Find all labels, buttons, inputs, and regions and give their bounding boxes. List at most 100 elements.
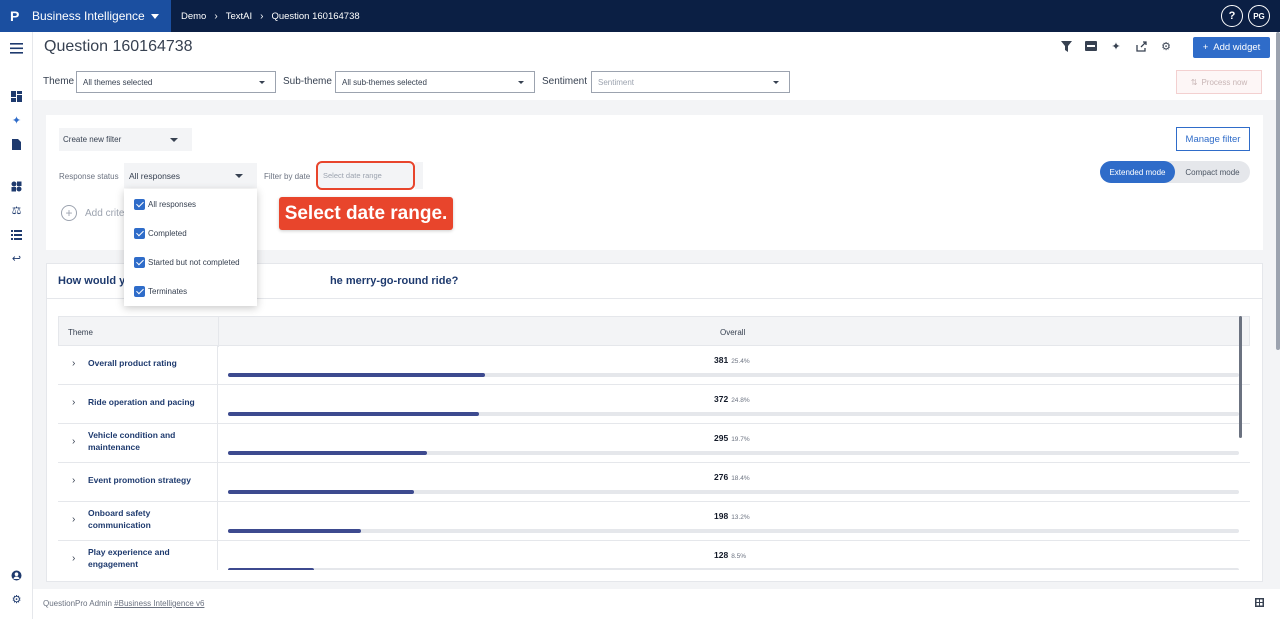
compact-mode-button[interactable]: Compact mode (1175, 161, 1250, 183)
list-icon[interactable] (10, 228, 23, 241)
option-label: Started but not completed (148, 258, 240, 267)
caret-down-icon (235, 174, 243, 178)
page-scrollbar[interactable] (1276, 32, 1280, 350)
row-percent: 18.4% (731, 475, 750, 482)
subtheme-label: Sub-theme (283, 76, 332, 87)
undo-icon[interactable]: ↩ (10, 252, 23, 265)
column-header-overall: Overall (720, 328, 746, 337)
progress-track (228, 490, 1239, 494)
footer-link[interactable]: #Business Intelligence v6 (114, 599, 204, 608)
row-value: 372 24.8% (714, 394, 750, 404)
share-icon[interactable] (1135, 40, 1147, 52)
option-started-not-completed[interactable]: Started but not completed (134, 257, 240, 268)
add-widget-button[interactable]: + Add widget (1193, 37, 1270, 58)
row-label: Vehicle condition and maintenance (88, 430, 176, 452)
row-label: Play experience and engagement (88, 547, 170, 569)
hamburger-menu-icon[interactable] (10, 42, 23, 55)
sentiment-select[interactable]: Sentiment (591, 71, 790, 93)
theme-widget: How would yo he merry-go-round ride? Them… (46, 263, 1263, 582)
checkbox-checked-icon[interactable] (134, 286, 145, 297)
process-now-button[interactable]: ⇅ Process now (1176, 70, 1262, 94)
subtheme-select[interactable]: All sub-themes selected (335, 71, 535, 93)
user-shield-icon[interactable] (10, 569, 23, 582)
row-count: 381 (714, 355, 729, 365)
table-row[interactable]: › Onboard safety communication 198 13.2% (58, 502, 1250, 541)
checkbox-checked-icon[interactable] (134, 199, 145, 210)
balance-scale-icon[interactable]: ⚖ (10, 204, 23, 217)
csv-export-icon[interactable] (1085, 40, 1097, 52)
date-range-input[interactable]: Select date range (316, 161, 415, 190)
manage-filter-button[interactable]: Manage filter (1176, 127, 1250, 151)
settings-gear-icon[interactable]: ⚙ (10, 593, 23, 606)
option-all-responses[interactable]: All responses (134, 199, 196, 210)
create-filter-select[interactable]: Create new filter (59, 128, 192, 151)
breadcrumb-item-question: Question 160164738 (271, 10, 360, 22)
response-status-dropdown: All responses Completed Started but not … (124, 189, 257, 306)
chevron-right-icon[interactable]: › (72, 475, 75, 486)
progress-track (228, 568, 1239, 570)
widget-title-end: he merry-go-round ride? (329, 275, 459, 287)
user-avatar[interactable]: PG (1248, 5, 1270, 27)
dashboard-icon[interactable] (10, 90, 23, 103)
chevron-right-icon: › (214, 10, 218, 22)
plus-circle-icon: + (61, 205, 77, 221)
row-label: Ride operation and pacing (88, 397, 195, 407)
chevron-right-icon[interactable]: › (72, 514, 75, 525)
chevron-right-icon[interactable]: › (72, 436, 75, 447)
extended-mode-button[interactable]: Extended mode (1100, 161, 1175, 183)
theme-select[interactable]: All themes selected (76, 71, 276, 93)
row-label: Overall product rating (88, 358, 177, 368)
table-scrollbar[interactable] (1239, 316, 1242, 438)
breadcrumb-item-demo[interactable]: Demo (181, 11, 206, 22)
column-header-theme: Theme (68, 328, 93, 337)
checkbox-checked-icon[interactable] (134, 257, 145, 268)
footer-text: QuestionPro Admin #Business Intelligence… (43, 599, 204, 608)
help-button[interactable]: ? (1221, 5, 1243, 27)
grid-icon[interactable] (1255, 598, 1264, 607)
response-status-select[interactable]: All responses (124, 163, 257, 188)
analytics-icon[interactable] (10, 180, 23, 193)
table-row[interactable]: › Vehicle condition and maintenance 295 1… (58, 424, 1250, 463)
option-label: Completed (148, 229, 187, 238)
footer: QuestionPro Admin #Business Intelligence… (33, 589, 1280, 619)
left-nav: ✦ ⚖ ↩ ⚙ (0, 32, 33, 619)
row-count: 276 (714, 472, 729, 482)
gear-icon[interactable]: ⚙ (1160, 40, 1172, 53)
add-criteria-button[interactable]: + Add crite (61, 205, 124, 221)
caret-down-icon (773, 81, 779, 84)
widget-title-start: How would yo (58, 275, 132, 287)
table-row[interactable]: › Play experience and engagement 128 8.5% (58, 541, 1250, 570)
row-percent: 19.7% (731, 436, 750, 443)
chevron-right-icon[interactable]: › (72, 553, 75, 564)
option-completed[interactable]: Completed (134, 228, 187, 239)
table-row[interactable]: › Overall product rating 381 25.4% (58, 346, 1250, 385)
response-status-value: All responses (129, 170, 181, 181)
process-now-label: Process now (1201, 77, 1248, 87)
option-terminates[interactable]: Terminates (134, 286, 187, 297)
add-widget-label: Add widget (1213, 42, 1261, 53)
progress-fill (228, 412, 479, 416)
app-switcher[interactable]: P Business Intelligence (0, 0, 171, 32)
footer-prefix: QuestionPro Admin (43, 599, 115, 608)
sparkle-icon[interactable]: ✦ (10, 114, 23, 127)
sparkle-ai-icon[interactable]: ✦ (1110, 40, 1122, 53)
filter-icon[interactable] (1060, 40, 1072, 52)
checkbox-checked-icon[interactable] (134, 228, 145, 239)
date-range-placeholder: Select date range (323, 171, 382, 180)
option-label: All responses (148, 200, 197, 209)
progress-fill (228, 568, 314, 570)
top-bar: P Business Intelligence Demo › TextAI › … (0, 0, 1280, 32)
progress-fill (228, 451, 428, 455)
breadcrumb-item-textai[interactable]: TextAI (226, 11, 252, 22)
document-icon[interactable] (10, 138, 23, 151)
question-mark-icon: ? (1228, 10, 1236, 22)
table-header: Theme Overall (58, 316, 1250, 347)
chevron-right-icon[interactable]: › (72, 397, 75, 408)
chevron-right-icon[interactable]: › (72, 358, 75, 369)
breadcrumb: Demo › TextAI › Question 160164738 (181, 11, 360, 22)
progress-track (228, 529, 1239, 533)
table-row[interactable]: › Event promotion strategy 276 18.4% (58, 463, 1250, 502)
row-value: 128 8.5% (714, 550, 746, 560)
table-row[interactable]: › Ride operation and pacing 372 24.8% (58, 385, 1250, 424)
theme-table: Theme Overall › Overall product rating 3… (58, 316, 1250, 570)
